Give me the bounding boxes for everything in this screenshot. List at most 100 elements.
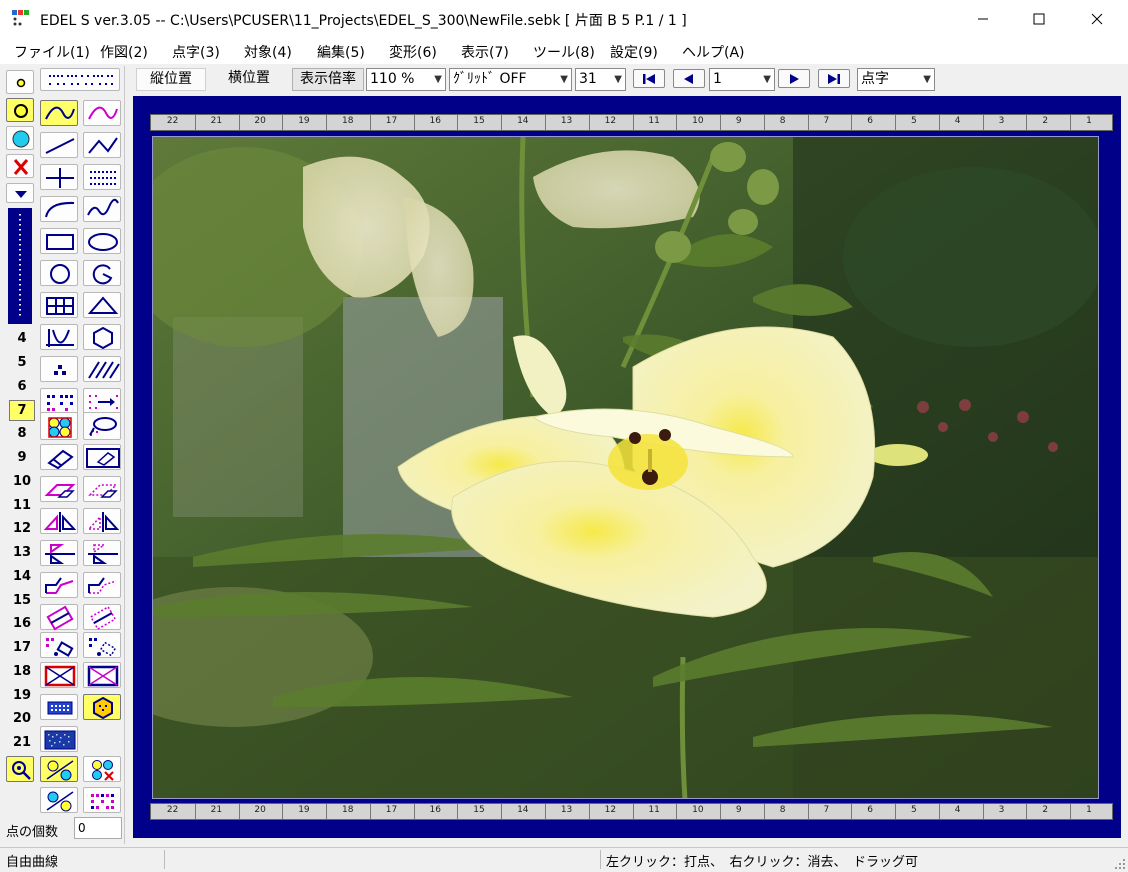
dot-density-bar[interactable]: [8, 208, 32, 324]
scale-button[interactable]: [40, 632, 78, 658]
line-number-13[interactable]: 13: [9, 542, 35, 563]
graph-button[interactable]: [40, 324, 78, 350]
dot-medium-button[interactable]: [6, 98, 34, 122]
free-curve-button[interactable]: [40, 100, 78, 126]
next-page-button[interactable]: [778, 69, 810, 88]
line-number-17[interactable]: 17: [9, 637, 35, 658]
mode-select[interactable]: 点字 ▼: [857, 68, 935, 91]
hexagon-button[interactable]: [83, 324, 121, 350]
last-page-button[interactable]: [818, 69, 850, 88]
convert-group-button[interactable]: [40, 787, 78, 813]
move-button[interactable]: [40, 476, 78, 502]
copy-dotted-button[interactable]: [83, 572, 121, 598]
delete-group-button[interactable]: [83, 756, 121, 782]
line-number-21[interactable]: 21: [9, 732, 35, 753]
menu-file[interactable]: ファイル(1): [14, 42, 90, 62]
dot-cluster-button[interactable]: [40, 356, 78, 382]
close-button[interactable]: [1074, 0, 1120, 38]
line-number-7[interactable]: 7: [9, 400, 35, 421]
copy-button[interactable]: [40, 572, 78, 598]
dot-small-button[interactable]: [6, 70, 34, 94]
first-page-button[interactable]: [633, 69, 665, 88]
rotate-dotted-icon: [89, 605, 117, 631]
line-number-5[interactable]: 5: [9, 352, 35, 373]
group-select-button[interactable]: [40, 412, 78, 440]
resize-grip-icon[interactable]: [1114, 858, 1126, 870]
vertical-position-button[interactable]: 縦位置: [136, 68, 206, 91]
flip-vertical-dotted-button[interactable]: [83, 540, 121, 566]
horizontal-position-button[interactable]: 横位置: [214, 68, 284, 91]
polyline-button[interactable]: [83, 132, 121, 158]
dot-fill-button[interactable]: [83, 164, 121, 190]
braille-input-button[interactable]: [40, 68, 120, 91]
table-button[interactable]: [40, 292, 78, 318]
page-select[interactable]: 1 ▼: [709, 68, 775, 91]
braille-block-button[interactable]: [40, 388, 78, 414]
line-number-20[interactable]: 20: [9, 708, 35, 729]
line-number-6[interactable]: 6: [9, 376, 35, 397]
fill-pattern-button[interactable]: [40, 694, 78, 720]
menu-settings[interactable]: 設定(9): [610, 42, 658, 62]
hatch-button[interactable]: [83, 356, 121, 382]
menu-help[interactable]: ヘルプ(A): [682, 42, 745, 62]
line-number-9[interactable]: 9: [9, 447, 35, 468]
line-button[interactable]: [40, 132, 78, 158]
red-x-icon: [13, 159, 29, 175]
rotate-button[interactable]: [40, 604, 78, 631]
move-dotted-button[interactable]: [83, 476, 121, 502]
line-number-4[interactable]: 4: [9, 328, 35, 349]
line-number-19[interactable]: 19: [9, 685, 35, 706]
rotate-dotted-button[interactable]: [83, 604, 121, 631]
prev-page-button[interactable]: [673, 69, 705, 88]
menu-tools[interactable]: ツール(8): [533, 42, 595, 62]
line-number-11[interactable]: 11: [9, 495, 35, 516]
braille-arrow-button[interactable]: [83, 388, 121, 414]
line-number-15[interactable]: 15: [9, 590, 35, 611]
group-toggle-button[interactable]: [40, 756, 78, 782]
line-number-8[interactable]: 8: [9, 423, 35, 444]
minimize-button[interactable]: [960, 0, 1006, 38]
menu-draw[interactable]: 作図(2): [100, 42, 148, 62]
menu-edit[interactable]: 編集(5): [317, 42, 365, 62]
mirror-dotted-button[interactable]: [83, 508, 121, 534]
mirror-horizontal-button[interactable]: [40, 508, 78, 534]
braille-pattern-button[interactable]: [83, 787, 121, 813]
circle-arc-button[interactable]: [83, 260, 121, 286]
point-count-field[interactable]: 0: [74, 817, 122, 839]
scale-dotted-button[interactable]: [83, 632, 121, 658]
line-number-12[interactable]: 12: [9, 518, 35, 539]
move-shape-icon: [44, 484, 76, 498]
dot-large-button[interactable]: [6, 126, 34, 150]
pick-point-button[interactable]: [6, 756, 34, 782]
fill-hexagon-button[interactable]: [83, 694, 121, 720]
arc-button[interactable]: [40, 196, 78, 222]
dot-scroll-down-button[interactable]: [6, 183, 34, 203]
cross-button[interactable]: [40, 164, 78, 190]
line-number-10[interactable]: 10: [9, 471, 35, 492]
zoom-select[interactable]: 110 % ▼: [366, 68, 446, 91]
size-select[interactable]: 31 ▼: [575, 68, 626, 91]
rectangle-button[interactable]: [40, 228, 78, 254]
frame-fill-button[interactable]: [40, 662, 78, 688]
line-number-18[interactable]: 18: [9, 661, 35, 682]
mirror-vertical-button[interactable]: [40, 540, 78, 566]
triangle-button[interactable]: [83, 292, 121, 318]
menu-target[interactable]: 対象(4): [244, 42, 292, 62]
menu-transform[interactable]: 変形(6): [389, 42, 437, 62]
grid-select[interactable]: ｸﾞﾘｯﾄﾞ OFF ▼: [449, 68, 572, 91]
menu-braille[interactable]: 点字(3): [172, 42, 220, 62]
texture-fill-button[interactable]: [40, 726, 78, 752]
ellipse-button[interactable]: [83, 228, 121, 254]
free-curve-dotted-button[interactable]: [83, 100, 121, 126]
erase-dot-button[interactable]: [6, 154, 34, 178]
line-number-14[interactable]: 14: [9, 566, 35, 587]
wave-button[interactable]: [83, 196, 121, 222]
menu-view[interactable]: 表示(7): [461, 42, 509, 62]
lasso-select-button[interactable]: [83, 412, 121, 440]
line-number-16[interactable]: 16: [9, 613, 35, 634]
eraser-button[interactable]: [40, 444, 78, 470]
maximize-button[interactable]: [1016, 0, 1062, 38]
circle-button[interactable]: [40, 260, 78, 286]
frame-blue-button[interactable]: [83, 662, 121, 688]
area-eraser-button[interactable]: [83, 444, 121, 470]
